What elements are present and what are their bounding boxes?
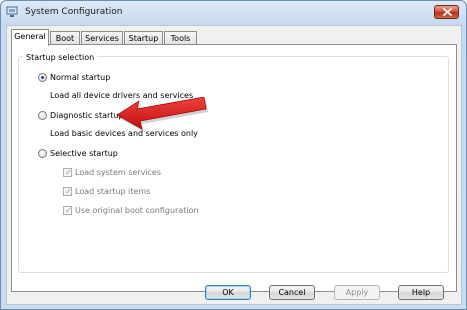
apply-button[interactable]: Apply [334,285,380,300]
startup-selection-group [18,56,449,273]
checkmark-icon: ✓ [65,206,72,215]
checkmark-icon: ✓ [65,168,72,177]
close-button[interactable] [434,5,459,19]
general-tab-panel: Startup selection Normal startup Load al… [11,44,457,292]
system-configuration-app-icon [6,6,18,17]
tab-general[interactable]: General [11,29,49,46]
normal-startup-radio[interactable] [38,73,47,82]
radio-selected-dot [41,76,44,79]
load-startup-items-label: Load startup items [75,187,151,196]
load-system-services-label: Load system services [75,168,162,177]
selective-startup-radio[interactable] [38,149,47,158]
close-icon [443,8,452,16]
diagnostic-startup-radio[interactable] [38,111,47,120]
cancel-button[interactable]: Cancel [269,285,315,300]
title-bar[interactable]: System Configuration [1,1,466,25]
startup-selection-label: Startup selection [23,53,98,62]
checkmark-icon: ✓ [65,187,72,196]
normal-startup-label[interactable]: Normal startup [50,73,110,82]
use-original-boot-config-checkbox[interactable]: ✓ [63,206,72,215]
load-system-services-checkbox[interactable]: ✓ [63,168,72,177]
help-button[interactable]: Help [398,285,444,300]
use-original-boot-config-label: Use original boot configuration [75,206,199,215]
dialog-client-area: General Boot Services Startup Tools Star… [6,25,462,305]
load-startup-items-checkbox[interactable]: ✓ [63,187,72,196]
selective-startup-label[interactable]: Selective startup [50,149,118,158]
red-arrow-annotation [116,97,208,132]
system-configuration-window: System Configuration General Boot Servic… [0,0,467,310]
ok-button[interactable]: OK [205,285,251,300]
window-title: System Configuration [25,7,123,17]
